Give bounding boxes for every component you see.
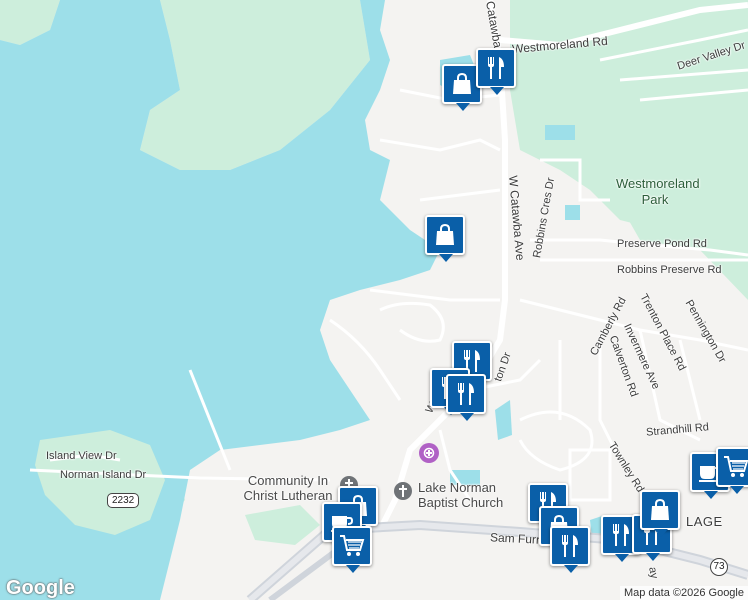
map-canvas[interactable]: Westmoreland Rd Deer Valley Dr Catawba W…: [0, 0, 748, 600]
village-label: LAGE: [686, 514, 723, 529]
restaurant-marker[interactable]: [476, 48, 516, 95]
restaurant-marker[interactable]: [446, 374, 486, 421]
pharmacy-icon[interactable]: [419, 443, 439, 463]
route-2232-shield: 2232: [107, 493, 140, 508]
google-logo[interactable]: Google: [6, 577, 75, 600]
map-attribution[interactable]: Map data ©2026 Google: [619, 586, 748, 600]
island-view-dr-label: Island View Dr: [46, 450, 117, 462]
shopping-bag-icon: [649, 498, 671, 522]
baptist-church-label: Lake Norman Baptist Church: [418, 480, 504, 510]
norman-island-dr-label: Norman Island Dr: [60, 469, 147, 481]
restaurant-icon: [455, 382, 477, 406]
shopping-bag-icon: [434, 223, 456, 247]
shopping-cart-icon: [339, 534, 365, 558]
westmoreland-park-label: Westmoreland Park: [616, 176, 700, 207]
ay-label: ay: [646, 566, 661, 580]
preserve-pond-rd-label: Preserve Pond Rd: [617, 238, 707, 250]
community-church-label: Community In Christ Lutheran: [243, 473, 333, 503]
shopping-bag-marker[interactable]: [640, 490, 680, 537]
restaurant-icon: [559, 534, 581, 558]
shopping-cart-marker[interactable]: [716, 447, 748, 494]
shopping-bag-marker[interactable]: [425, 215, 465, 262]
restaurant-marker[interactable]: [550, 526, 590, 573]
robbins-preserve-rd-label: Robbins Preserve Rd: [617, 264, 722, 276]
shopping-bag-icon: [451, 72, 473, 96]
restaurant-icon: [610, 523, 632, 547]
restaurant-icon: [485, 56, 507, 80]
church-cross-icon[interactable]: [394, 482, 412, 500]
shopping-cart-icon: [723, 455, 748, 479]
shopping-cart-marker[interactable]: [332, 526, 372, 573]
route-73-shield: 73: [710, 558, 728, 576]
